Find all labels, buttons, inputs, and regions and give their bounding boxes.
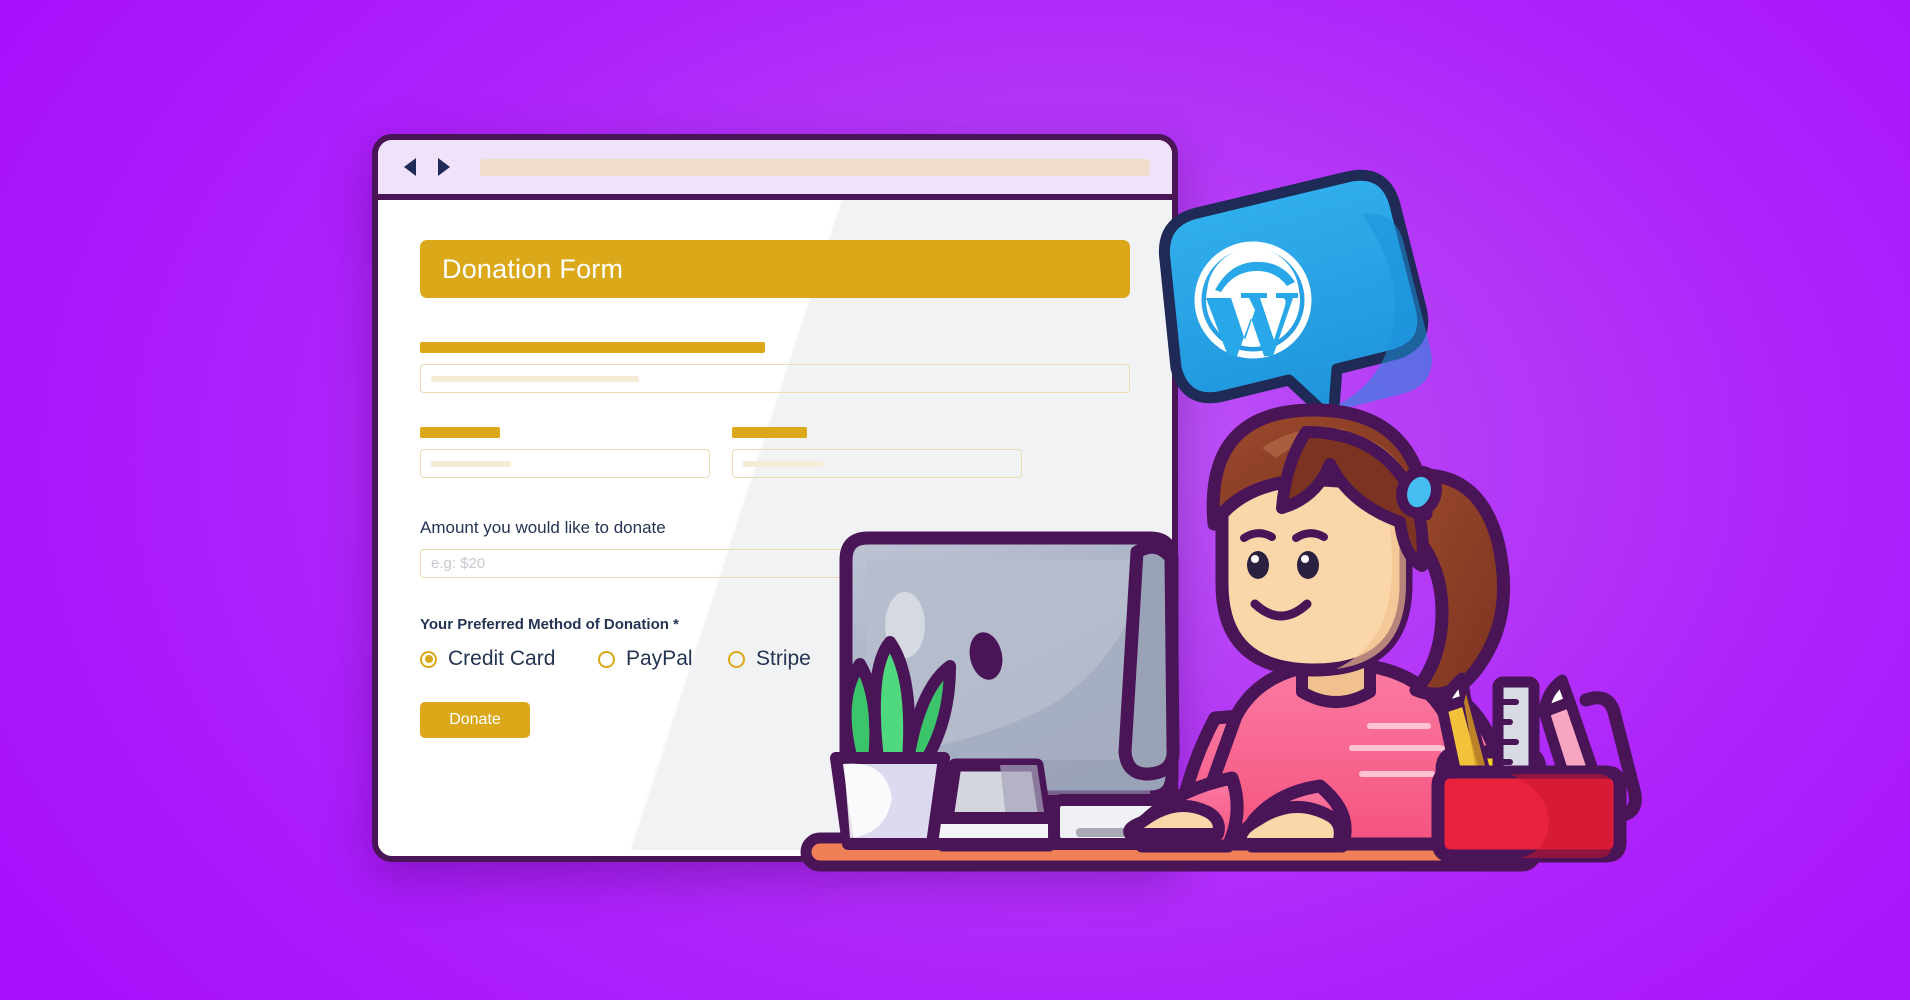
- back-arrow-icon[interactable]: [400, 156, 420, 178]
- radio-label-credit-card: Credit Card: [448, 647, 556, 670]
- skeleton-field-3: [732, 427, 1022, 478]
- text-input-1[interactable]: [420, 364, 1130, 393]
- skeleton-field-row: [420, 427, 1130, 478]
- radio-unselected-icon: [728, 650, 745, 668]
- radio-dot: [424, 655, 433, 663]
- radio-label-paypal: PayPal: [626, 647, 693, 670]
- amount-input[interactable]: e.g: $20: [420, 549, 1040, 578]
- donation-form: Donation Form Amount you would like to d…: [378, 200, 1172, 738]
- page-title: Donation Form: [442, 253, 624, 284]
- skeleton-field-2: [420, 427, 710, 478]
- text-input-3[interactable]: [732, 449, 1022, 478]
- skeleton-placeholder-bar: [431, 375, 639, 382]
- skeleton-label-bar: [420, 342, 765, 353]
- radio-option-stripe[interactable]: Stripe: [728, 647, 811, 671]
- radio-label-stripe: Stripe: [756, 647, 811, 670]
- radio-unselected-icon: [598, 650, 615, 668]
- skeleton-placeholder-bar: [431, 460, 511, 467]
- forward-arrow-icon[interactable]: [434, 156, 454, 178]
- address-bar[interactable]: [480, 158, 1150, 176]
- form-header: Donation Form: [420, 240, 1130, 298]
- amount-placeholder: e.g: $20: [431, 555, 486, 572]
- radio-option-credit-card[interactable]: Credit Card: [420, 647, 598, 671]
- text-input-2[interactable]: [420, 449, 710, 478]
- pencil-icon: [1436, 672, 1504, 836]
- yellow-mug-icon: [1435, 745, 1576, 855]
- browser-chrome-bar: [378, 140, 1172, 200]
- skeleton-label-bar: [732, 427, 807, 438]
- red-pen-holder-icon: [1431, 672, 1642, 863]
- payment-method-group: Credit Card PayPal Stripe: [420, 647, 1130, 671]
- page-surface: Donation Form Amount you would like to d…: [378, 200, 1172, 850]
- skeleton-placeholder-bar: [743, 460, 823, 467]
- donate-button[interactable]: Donate: [420, 702, 530, 738]
- woman-at-desk: [1123, 403, 1513, 853]
- wordpress-w-glyph: [1200, 248, 1300, 356]
- skeleton-field-1: [420, 342, 1130, 393]
- wordpress-badge-icon: [1158, 169, 1432, 460]
- pen-icon: [1538, 674, 1642, 826]
- ruler-icon: [1492, 676, 1540, 828]
- radio-option-paypal[interactable]: PayPal: [598, 647, 728, 671]
- amount-field-label: Amount you would like to donate: [420, 518, 666, 537]
- payment-method-label: Your Preferred Method of Donation *: [420, 616, 679, 633]
- illustration-canvas: Donation Form Amount you would like to d…: [0, 0, 1910, 1000]
- radio-selected-icon: [420, 650, 437, 668]
- browser-window: Donation Form Amount you would like to d…: [372, 134, 1178, 862]
- skeleton-label-bar: [420, 427, 500, 438]
